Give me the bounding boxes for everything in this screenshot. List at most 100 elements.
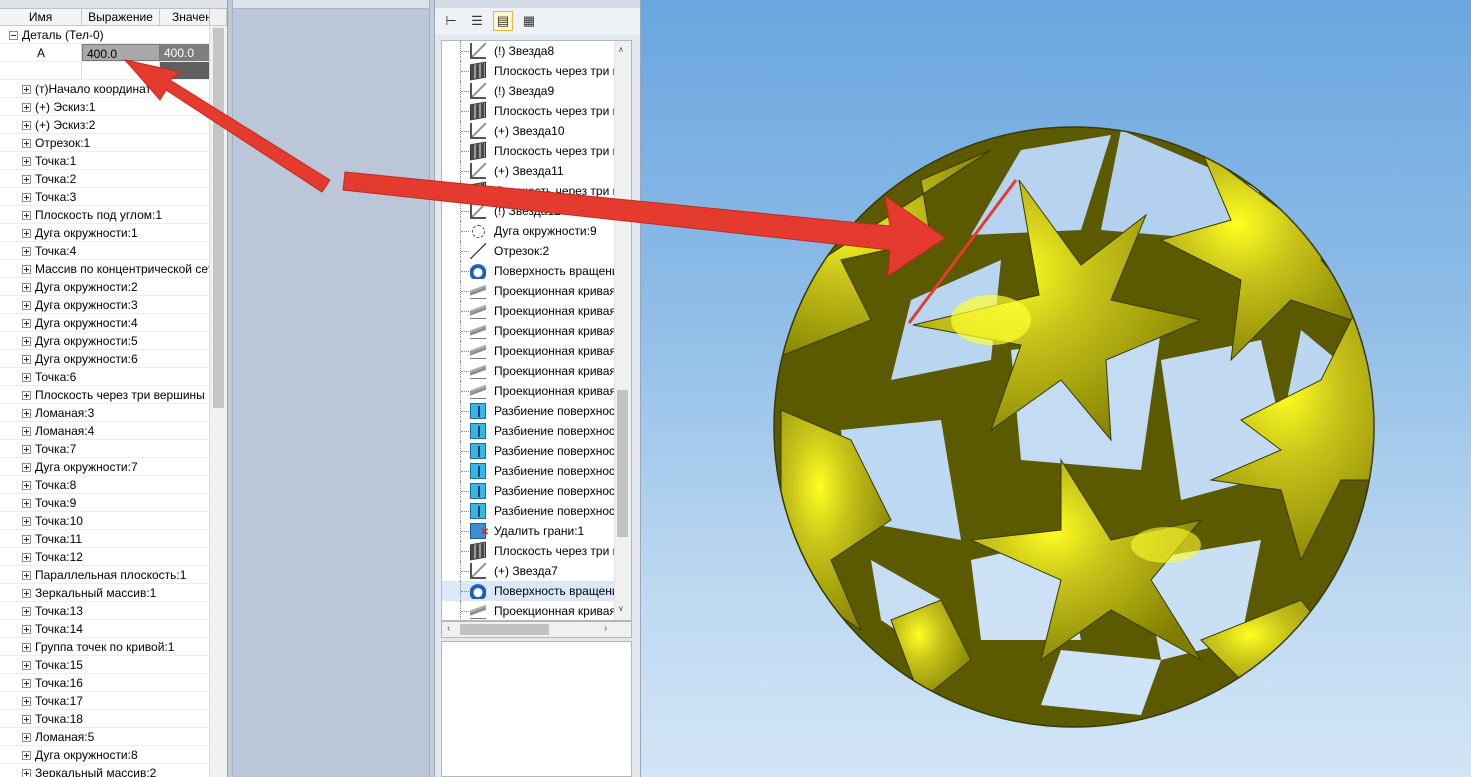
variable-expression-cell[interactable]: 400.0 [82,44,160,61]
build-tree-item[interactable]: (!) Звезда9 [442,81,617,101]
expand-icon[interactable] [22,337,31,347]
expand-icon[interactable] [22,769,31,777]
build-tree-hscrollbar[interactable]: ‹ › [441,621,632,638]
build-tree-item[interactable]: Удалить грани:1 [442,521,617,541]
tree-item[interactable]: Ломаная:5 [0,728,210,746]
build-tree-item[interactable]: Разбиение поверхности [442,421,617,441]
build-tree-item[interactable]: Поверхность вращения [442,581,617,601]
empty-expression-cell[interactable] [82,62,161,79]
tree-item[interactable]: Точка:13 [0,602,210,620]
build-tree-item[interactable]: Плоскость через три вершины [442,181,617,201]
expand-icon[interactable] [22,157,31,167]
tree-item[interactable]: Точка:11 [0,530,210,548]
build-tree-item[interactable]: Разбиение поверхности [442,481,617,501]
tree-item[interactable]: Дуга окружности:4 [0,314,210,332]
properties-icon[interactable]: ▤ [493,11,513,31]
expand-icon[interactable] [22,553,31,563]
collapse-icon[interactable] [9,31,18,41]
build-tree-item[interactable]: Плоскость через три вершины [442,101,617,121]
tree-item[interactable]: Плоскость через три вершины [0,386,210,404]
build-tree-item[interactable]: Плоскость через три вершины [442,141,617,161]
tree-item[interactable]: Дуга окружности:7 [0,458,210,476]
tree-item[interactable]: Дуга окружности:8 [0,746,210,764]
column-header-value[interactable]: Значен [160,9,210,26]
expand-icon[interactable] [22,697,31,707]
build-tree-list[interactable]: (!) Звезда8 Плоскость через три вершины (!… [441,40,632,621]
build-tree-item[interactable]: Поверхность вращения [442,261,617,281]
expand-icon[interactable] [22,733,31,743]
expand-icon[interactable] [22,85,31,95]
tree-item[interactable]: (т)Начало координат [0,80,210,98]
tree-item[interactable]: Дуга окружности:6 [0,350,210,368]
tree-item[interactable]: Точка:1 [0,152,210,170]
tree-item[interactable]: Точка:6 [0,368,210,386]
tree-item[interactable]: Точка:17 [0,692,210,710]
build-tree-item[interactable]: Разбиение поверхности [442,461,617,481]
expand-icon[interactable] [22,427,31,437]
expand-icon[interactable] [22,499,31,509]
tree-item[interactable]: Зеркальный массив:1 [0,584,210,602]
build-tree-item[interactable]: Плоскость через три вершины [442,61,617,81]
column-header-name[interactable]: Имя [0,9,82,26]
variable-row-empty[interactable] [0,62,210,80]
tree-item[interactable]: Ломаная:4 [0,422,210,440]
variables-scrollbar-thumb[interactable] [213,28,224,408]
tree-item[interactable]: Ломаная:3 [0,404,210,422]
build-tree-item[interactable]: Проекционная кривая [442,321,617,341]
tree-item[interactable]: Массив по концентрической сетке [0,260,210,278]
expand-icon[interactable] [22,445,31,455]
tree-item[interactable]: Точка:10 [0,512,210,530]
tree-item[interactable]: Точка:14 [0,620,210,638]
expand-icon[interactable] [22,211,31,221]
expand-icon[interactable] [22,517,31,527]
expand-icon[interactable] [22,121,31,131]
expand-icon[interactable] [22,679,31,689]
build-tree-vscroll-thumb[interactable] [617,390,628,537]
expand-icon[interactable] [22,391,31,401]
expand-icon[interactable] [22,715,31,725]
build-tree-item[interactable]: (!) Звезда12 [442,201,617,221]
tree-item[interactable]: Точка:16 [0,674,210,692]
scroll-left-arrow-icon[interactable]: ‹ [447,623,450,634]
tree-item[interactable]: Точка:2 [0,170,210,188]
build-tree-item[interactable]: (+) Звезда7 [442,561,617,581]
scroll-right-arrow-icon[interactable]: › [604,623,607,634]
build-tree-item[interactable]: (!) Звезда8 [442,41,617,61]
tree-view-icon[interactable]: ⊢ [441,11,461,31]
scroll-up-arrow-icon[interactable]: ∧ [618,45,624,54]
tree-item[interactable]: Зеркальный массив:2 [0,764,210,777]
expand-icon[interactable] [22,229,31,239]
expand-icon[interactable] [22,283,31,293]
expand-icon[interactable] [22,535,31,545]
build-tree-item[interactable]: Разбиение поверхности [442,501,617,521]
expand-icon[interactable] [22,751,31,761]
expand-icon[interactable] [22,661,31,671]
expand-icon[interactable] [22,301,31,311]
tree-item[interactable]: Группа точек по кривой:1 [0,638,210,656]
build-tree-item[interactable]: Проекционная кривая [442,601,617,620]
expand-icon[interactable] [22,193,31,203]
expand-icon[interactable] [22,175,31,185]
expand-icon[interactable] [22,247,31,257]
tree-item[interactable]: Точка:15 [0,656,210,674]
build-tree-item[interactable]: Разбиение поверхности [442,401,617,421]
tree-item[interactable]: Точка:18 [0,710,210,728]
build-tree-item[interactable]: (+) Звезда10 [442,121,617,141]
tree-item[interactable]: Дуга окружности:1 [0,224,210,242]
model-viewport[interactable] [641,0,1471,777]
expand-icon[interactable] [22,409,31,419]
expand-icon[interactable] [22,319,31,329]
tree-item[interactable]: Параллельная плоскость:1 [0,566,210,584]
tree-item[interactable]: Дуга окружности:5 [0,332,210,350]
expand-icon[interactable] [22,607,31,617]
scroll-down-arrow-icon[interactable]: ∨ [618,604,624,613]
build-tree-item[interactable]: Плоскость через три вершины [442,541,617,561]
tree-item[interactable]: Точка:4 [0,242,210,260]
details-icon[interactable]: ▦ [519,11,539,31]
variables-scrollbar[interactable] [209,26,227,777]
tree-root-detail[interactable]: Деталь (Тел-0) [0,26,210,44]
build-tree-item[interactable]: Проекционная кривая [442,381,617,401]
tree-item[interactable]: Точка:8 [0,476,210,494]
tree-item[interactable]: Точка:3 [0,188,210,206]
expand-icon[interactable] [22,643,31,653]
